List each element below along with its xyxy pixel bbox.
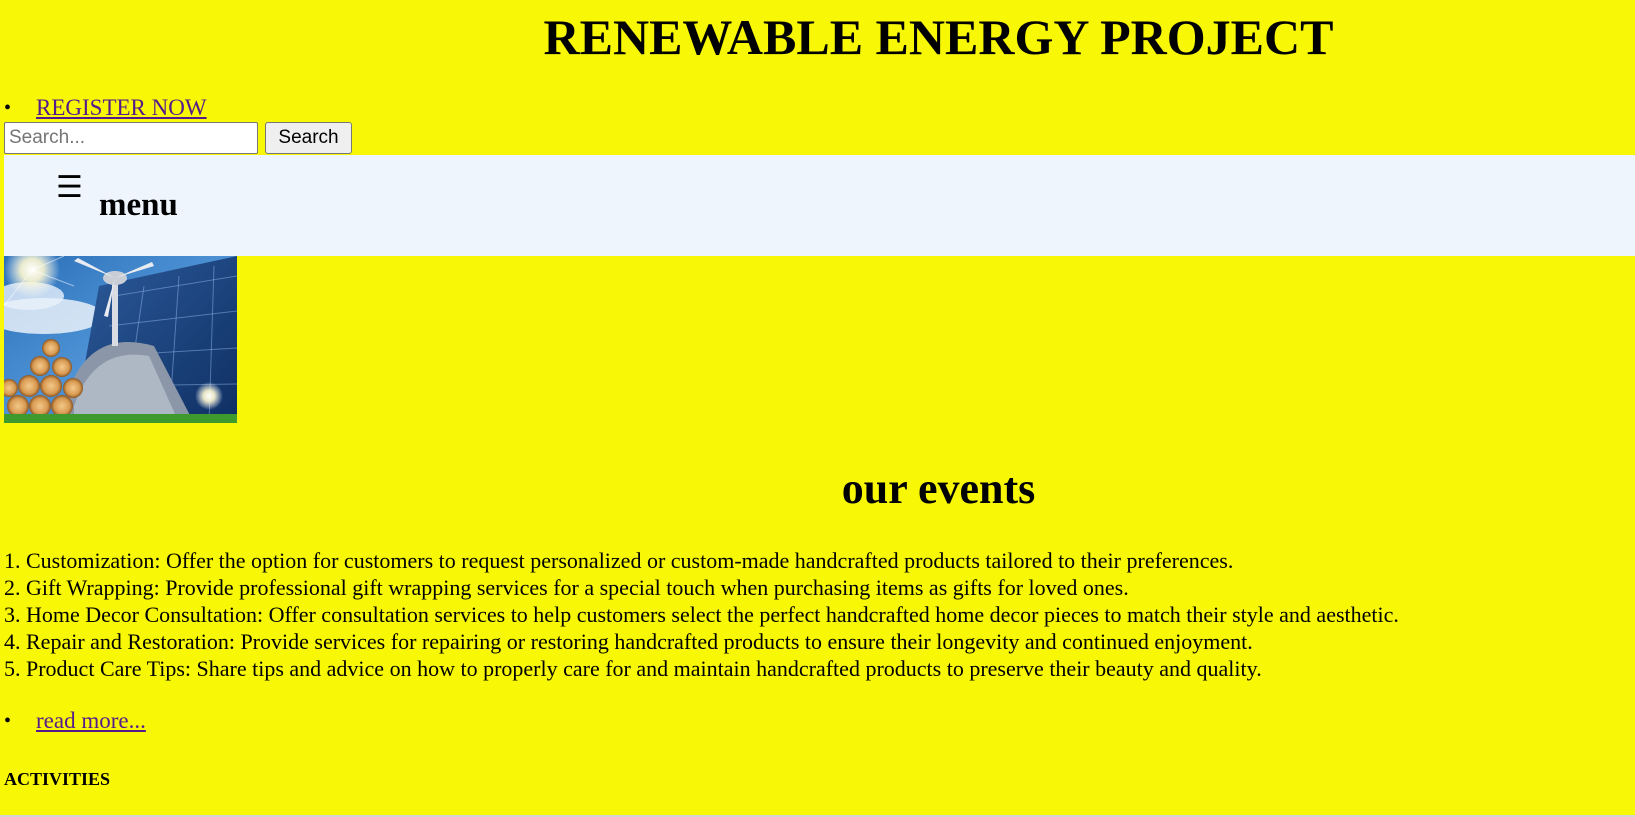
search-form: Search [4,122,352,154]
event-item: 2. Gift Wrapping: Provide professional g… [4,575,1129,600]
event-item: 1. Customization: Offer the option for c… [4,548,1234,573]
event-item: 4. Repair and Restoration: Provide servi… [4,629,1253,654]
site-title: RENEWABLE ENERGY PROJECT [543,9,1334,65]
hamburger-icon[interactable]: ☰ [56,173,83,203]
events-list: 1. Customization: Offer the option for c… [4,547,1399,682]
read-more-link[interactable]: read more... [36,707,146,735]
register-list-item: • REGISTER NOW [4,94,207,122]
bullet: • [4,97,12,119]
search-input[interactable] [4,122,258,154]
menu-label[interactable]: menu [99,186,178,224]
activities-heading: ACTIVITIES [4,769,111,789]
events-title: our events [841,464,1036,513]
renewable-energy-image [4,256,237,423]
search-button[interactable]: Search [265,122,352,154]
event-item: 3. Home Decor Consultation: Offer consul… [4,602,1399,627]
read-more-list-item: • read more... [4,707,146,735]
menu-bar: ☰ menu [4,155,1635,256]
register-now-link[interactable]: REGISTER NOW [36,94,207,122]
bullet: • [4,710,12,732]
event-item: 5. Product Care Tips: Share tips and adv… [4,656,1262,681]
